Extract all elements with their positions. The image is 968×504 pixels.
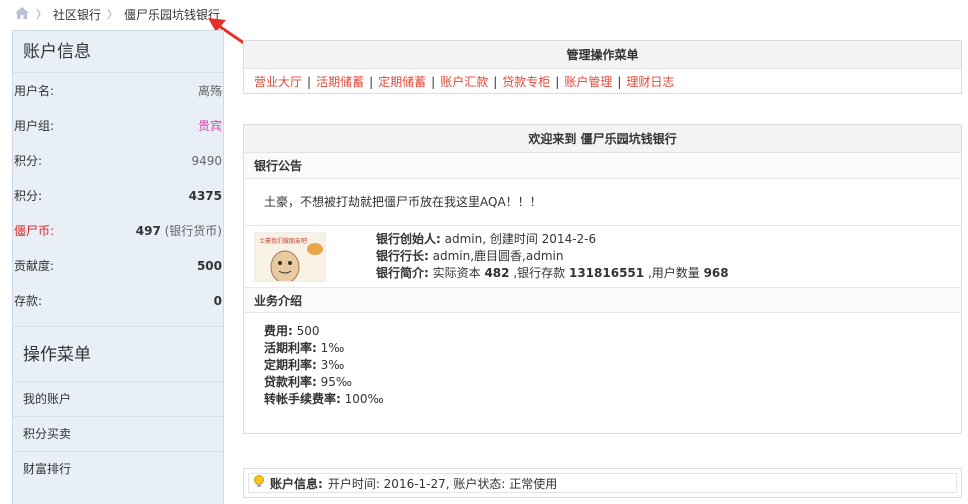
row-key: 用户名: [14, 84, 55, 98]
row-value: 贵宾 [197, 119, 222, 133]
business-title: 业务介绍 [244, 287, 961, 313]
row-value: 500 [196, 258, 222, 273]
link-fixed-savings[interactable]: 定期储蓄 [378, 75, 426, 89]
home-icon[interactable] [14, 6, 30, 23]
intro-line: 银行简介: 实际资本 482 ,银行存款 131816551 ,用户数量 968 [376, 266, 729, 280]
manage-links: 营业大厅 | 活期储蓄 | 定期储蓄 | 账户汇款 | 贷款专柜 | 账户管理 | 理财日志 [254, 75, 675, 89]
sidebar-row-username: 用户名: 离殇 [13, 73, 223, 108]
lightbulb-icon [253, 474, 265, 492]
link-business-hall[interactable]: 营业大厅 [254, 75, 302, 89]
svg-text:土豪我们做朋友吧: 土豪我们做朋友吧 [259, 237, 307, 245]
bank-info-text: 银行创始人: admin, 创建时间 2014-2-6 银行行长: admin,… [376, 231, 729, 282]
account-status-label: 账户信息: [270, 476, 323, 491]
link-remittance[interactable]: 账户汇款 [440, 75, 488, 89]
notice-text: 土豪，不想被打劫就把僵尸币放在我这里AQA！！！ [264, 195, 542, 209]
notice-title: 银行公告 [244, 153, 961, 179]
row-value: 4375 [188, 188, 222, 203]
sidebar-row-usergroup: 用户组: 贵宾 [13, 108, 223, 143]
breadcrumb-current-bank[interactable]: 僵尸乐园坑钱银行 [124, 6, 220, 23]
founder-line: 银行创始人: admin, 创建时间 2014-2-6 [376, 232, 597, 246]
sidebar-item-wealth-rank[interactable]: 财富排行 [13, 452, 223, 487]
breadcrumb-separator: 〉 [36, 8, 47, 21]
president-line: 银行行长: admin,鹿目圆香,admin [376, 249, 564, 263]
biz-fee: 费用: 500 [264, 324, 320, 338]
bank-info-row: 土豪我们做朋友吧 银行创始人: admin, 创建时间 2014-2-6 银行行… [244, 225, 961, 287]
sidebar-row-points: 积分: 9490 [13, 143, 223, 178]
row-key: 用户组: [14, 119, 55, 133]
row-key: 贡献度: [14, 259, 55, 273]
biz-loan-rate: 贷款利率: 95‰ [264, 375, 352, 389]
row-key: 积分: [14, 189, 43, 203]
welcome-panel: 欢迎来到 僵尸乐园坑钱银行 银行公告 土豪，不想被打劫就把僵尸币放在我这里AQA… [243, 124, 962, 434]
bank-image: 土豪我们做朋友吧 [254, 231, 326, 282]
row-value: 离殇 [197, 84, 222, 98]
breadcrumb-separator: 〉 [107, 8, 119, 21]
sidebar-row-zombie-coin: 僵尸币: 497 (银行货币) [13, 213, 223, 248]
biz-transfer-fee: 转帐手续费率: 100‰ [264, 392, 384, 406]
link-demand-savings[interactable]: 活期储蓄 [316, 75, 364, 89]
breadcrumb: 〉 社区银行 〉 僵尸乐园坑钱银行 [14, 4, 220, 24]
biz-fixed-rate: 定期利率: 3‰ [264, 358, 345, 372]
sidebar-item-my-account[interactable]: 我的账户 [13, 382, 223, 417]
row-key: 存款: [14, 294, 43, 308]
row-value: 9490 [191, 153, 222, 168]
manage-menu-title: 管理操作菜单 [244, 41, 961, 69]
biz-demand-rate: 活期利率: 1‰ [264, 341, 345, 355]
account-status-bar: 账户信息: 开户时间: 2016-1-27, 账户状态: 正常使用 [243, 468, 962, 498]
row-value: 0 [213, 293, 222, 308]
row-value: 497 (银行货币) [135, 224, 222, 238]
link-finance-log[interactable]: 理财日志 [626, 75, 674, 89]
row-key: 积分: [14, 154, 43, 168]
sidebar-row-points-2: 积分: 4375 [13, 178, 223, 213]
account-info-title: 账户信息 [13, 31, 223, 73]
sidebar-item-points-trade[interactable]: 积分买卖 [13, 417, 223, 452]
manage-menu-panel: 管理操作菜单 营业大厅 | 活期储蓄 | 定期储蓄 | 账户汇款 | 贷款专柜 | 账户管理 | 理财日… [243, 40, 962, 94]
breadcrumb-community-bank[interactable]: 社区银行 [53, 6, 101, 23]
sidebar-row-deposit: 存款: 0 [13, 283, 223, 318]
welcome-title: 欢迎来到 僵尸乐园坑钱银行 [244, 125, 961, 153]
operation-menu-title: 操作菜单 [13, 326, 223, 382]
sidebar-row-contribution: 贡献度: 500 [13, 248, 223, 283]
account-status-text: 开户时间: 2016-1-27, 账户状态: 正常使用 [327, 476, 558, 491]
link-loan-counter[interactable]: 贷款专柜 [502, 75, 550, 89]
row-key: 僵尸币: [14, 224, 55, 238]
link-account-manage[interactable]: 账户管理 [564, 75, 612, 89]
sidebar: 账户信息 用户名: 离殇 用户组: 贵宾 积分: 9490 积分: 4375 僵… [12, 30, 224, 504]
business-list: 费用: 500 活期利率: 1‰ 定期利率: 3‰ 贷款利率: 95‰ 转帐手续… [244, 313, 961, 423]
